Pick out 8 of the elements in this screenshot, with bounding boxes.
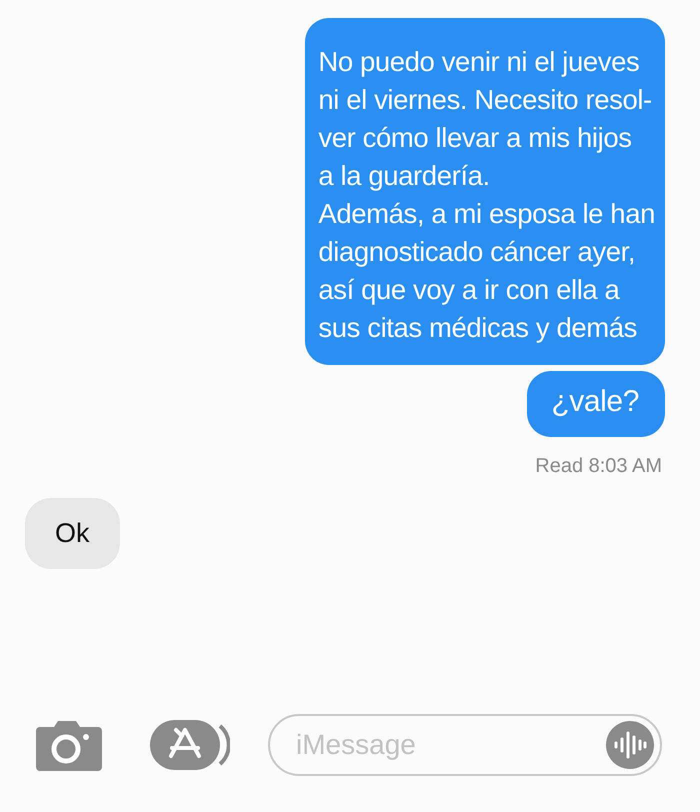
received-message-bubble: Ok [25, 498, 120, 569]
app-store-icon[interactable] [150, 718, 230, 772]
sent-message-bubble: ¿vale? [527, 371, 665, 437]
read-receipt: Read 8:03 AM [535, 455, 662, 478]
sent-message-bubble: No puedo venir ni el jueves ni el viernes. Necesito resol- ver cómo llevar a mis hijos a la guardería. Además, a mi esposa le han diagnosticado cáncer ayer, así que voy a ir con ella a sus citas médicas y demás [305, 18, 665, 365]
camera-icon[interactable] [36, 719, 102, 771]
audio-waveform-icon[interactable] [606, 721, 654, 769]
message-input-field[interactable]: iMessage [268, 714, 662, 776]
